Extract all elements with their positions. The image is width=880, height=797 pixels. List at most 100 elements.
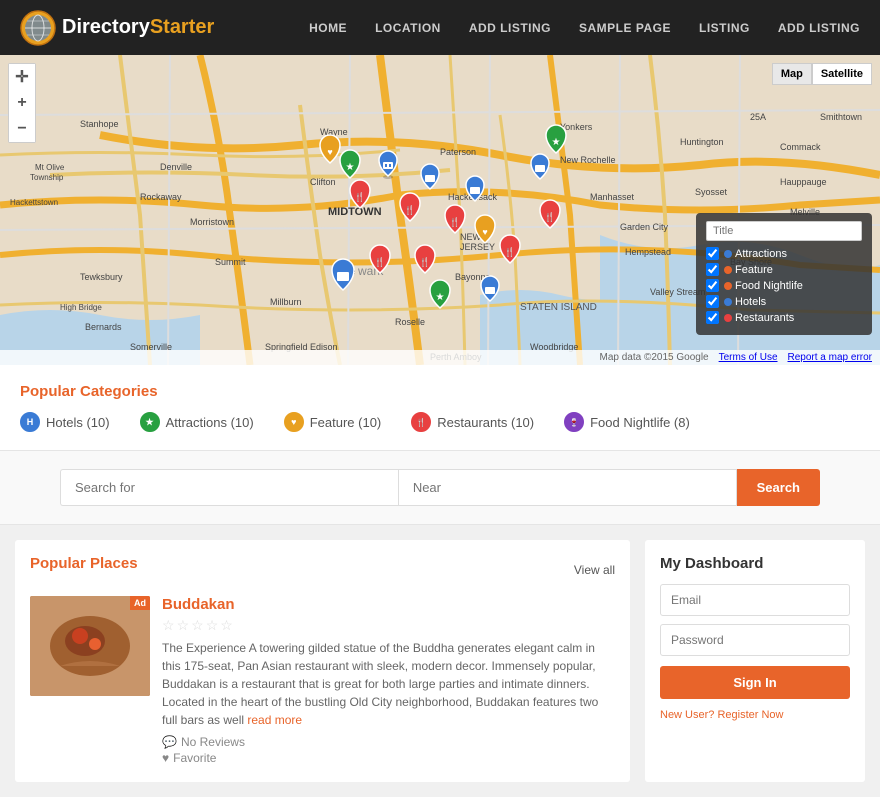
- svg-text:🍴: 🍴: [544, 211, 555, 223]
- svg-text:Clifton: Clifton: [310, 177, 336, 187]
- feature-icon: ♥: [284, 412, 304, 432]
- nav-listing[interactable]: LISTING: [699, 21, 750, 35]
- svg-text:Morristown: Morristown: [190, 217, 234, 227]
- svg-text:25A: 25A: [750, 112, 766, 122]
- filter-restaurants-checkbox[interactable]: [706, 311, 719, 324]
- nav-home[interactable]: HOME: [309, 21, 347, 35]
- category-food-nightlife[interactable]: 🍷 Food Nightlife (8): [564, 412, 690, 432]
- search-input[interactable]: [60, 469, 398, 506]
- search-form: Search: [60, 469, 820, 506]
- svg-text:JERSEY: JERSEY: [460, 242, 495, 252]
- svg-text:🍴: 🍴: [354, 191, 365, 203]
- filter-restaurants: Restaurants: [706, 311, 862, 324]
- svg-text:Millburn: Millburn: [270, 297, 302, 307]
- password-field[interactable]: [660, 624, 850, 656]
- svg-text:Hempstead: Hempstead: [625, 247, 671, 257]
- terms-link[interactable]: Terms of Use: [719, 352, 778, 363]
- no-reviews-text: No Reviews: [181, 735, 245, 749]
- category-attractions[interactable]: ★ Attractions (10): [140, 412, 254, 432]
- nav-add-listing-2[interactable]: ADD LISTING: [778, 21, 860, 35]
- place-thumbnail: Ad: [30, 596, 150, 696]
- no-reviews-item: 💬 No Reviews: [162, 735, 615, 749]
- nav-sample-page[interactable]: SAMPLE PAGE: [579, 21, 671, 35]
- search-button[interactable]: Search: [737, 469, 820, 506]
- food-nightlife-label: Food Nightlife (8): [590, 415, 690, 430]
- svg-text:Paterson: Paterson: [440, 147, 476, 157]
- category-hotels[interactable]: H Hotels (10): [20, 412, 110, 432]
- near-input[interactable]: [398, 469, 737, 506]
- place-thumbnail-image: [30, 596, 150, 696]
- category-restaurants[interactable]: 🍴 Restaurants (10): [411, 412, 534, 432]
- svg-text:Summit: Summit: [215, 257, 246, 267]
- map-filter-title-input[interactable]: [706, 221, 862, 241]
- attractions-icon: ★: [140, 412, 160, 432]
- svg-text:Tewksbury: Tewksbury: [80, 272, 123, 282]
- star-4: ☆: [206, 617, 219, 634]
- filter-hotels: Hotels: [706, 295, 862, 308]
- filter-food-nightlife-checkbox[interactable]: [706, 279, 719, 292]
- zoom-out-button[interactable]: −: [9, 116, 35, 142]
- svg-text:Manhasset: Manhasset: [590, 192, 635, 202]
- svg-text:Roselle: Roselle: [395, 317, 425, 327]
- svg-text:★: ★: [346, 162, 355, 173]
- filter-feature: Feature: [706, 263, 862, 276]
- svg-text:Syosset: Syosset: [695, 187, 728, 197]
- hotels-label: Hotels (10): [46, 415, 110, 430]
- map-type-satellite-button[interactable]: Satellite: [812, 63, 872, 85]
- svg-text:New Rochelle: New Rochelle: [560, 155, 616, 165]
- svg-text:Garden City: Garden City: [620, 222, 669, 232]
- favorite-text: Favorite: [173, 751, 216, 765]
- svg-text:MIDTOWN: MIDTOWN: [328, 206, 382, 218]
- bottom-section: Popular Places View all Ad: [0, 525, 880, 797]
- map-attribution: Map data ©2015 Google Terms of Use Repor…: [0, 350, 880, 365]
- dashboard-title: My Dashboard: [660, 555, 850, 572]
- read-more-link[interactable]: read more: [247, 713, 302, 727]
- map-type-controls: Map Satellite: [772, 63, 872, 85]
- star-1: ☆: [162, 617, 175, 634]
- zoom-in-button[interactable]: +: [9, 90, 35, 116]
- svg-text:Hauppauge: Hauppauge: [780, 177, 827, 187]
- svg-text:★: ★: [552, 137, 561, 148]
- map-pan-icon[interactable]: ✛: [9, 64, 35, 90]
- svg-text:🍴: 🍴: [449, 216, 460, 228]
- logo[interactable]: DirectoryStarter: [20, 10, 214, 46]
- filter-attractions-checkbox[interactable]: [706, 247, 719, 260]
- filter-hotels-checkbox[interactable]: [706, 295, 719, 308]
- svg-text:🍴: 🍴: [374, 256, 385, 268]
- place-description: The Experience A towering gilded statue …: [162, 639, 615, 729]
- filter-food-nightlife: Food Nightlife: [706, 279, 862, 292]
- place-badge: Ad: [130, 596, 150, 610]
- svg-text:🍴: 🍴: [419, 256, 430, 268]
- svg-text:🍴: 🍴: [404, 204, 415, 216]
- reviews-icon: 💬: [162, 735, 177, 749]
- email-field[interactable]: [660, 584, 850, 616]
- nav-add-listing[interactable]: ADD LISTING: [469, 21, 551, 35]
- svg-text:Hackettstown: Hackettstown: [10, 198, 58, 207]
- nav-location[interactable]: LOCATION: [375, 21, 441, 35]
- food-nightlife-icon: 🍷: [564, 412, 584, 432]
- category-feature[interactable]: ♥ Feature (10): [284, 412, 382, 432]
- filter-feature-checkbox[interactable]: [706, 263, 719, 276]
- popular-places-header: Popular Places View all: [30, 555, 615, 584]
- report-map-link[interactable]: Report a map error: [788, 352, 872, 363]
- svg-text:Bernards: Bernards: [85, 322, 122, 332]
- place-meta: 💬 No Reviews ♥ Favorite: [162, 735, 615, 765]
- view-all-link[interactable]: View all: [574, 563, 615, 577]
- register-link[interactable]: New User? Register Now: [660, 709, 783, 721]
- svg-text:Commack: Commack: [780, 142, 821, 152]
- svg-text:Smithtown: Smithtown: [820, 112, 862, 122]
- star-3: ☆: [191, 617, 204, 634]
- restaurants-icon: 🍴: [411, 412, 431, 432]
- svg-text:High Bridge: High Bridge: [60, 303, 102, 312]
- place-name[interactable]: Buddakan: [162, 596, 615, 613]
- signin-button[interactable]: Sign In: [660, 666, 850, 699]
- svg-text:Mt Olive: Mt Olive: [35, 163, 65, 172]
- logo-globe-icon: [20, 10, 56, 46]
- favorite-icon: ♥: [162, 751, 169, 765]
- map-type-map-button[interactable]: Map: [772, 63, 812, 85]
- place-info: Buddakan ☆ ☆ ☆ ☆ ☆ The Experience A towe…: [162, 596, 615, 767]
- favorite-item[interactable]: ♥ Favorite: [162, 751, 615, 765]
- svg-text:STATEN ISLAND: STATEN ISLAND: [520, 302, 597, 313]
- main-nav: HOME LOCATION ADD LISTING SAMPLE PAGE LI…: [309, 21, 860, 35]
- map-filter-panel: Attractions Feature Food Nightlife Hotel…: [696, 213, 872, 335]
